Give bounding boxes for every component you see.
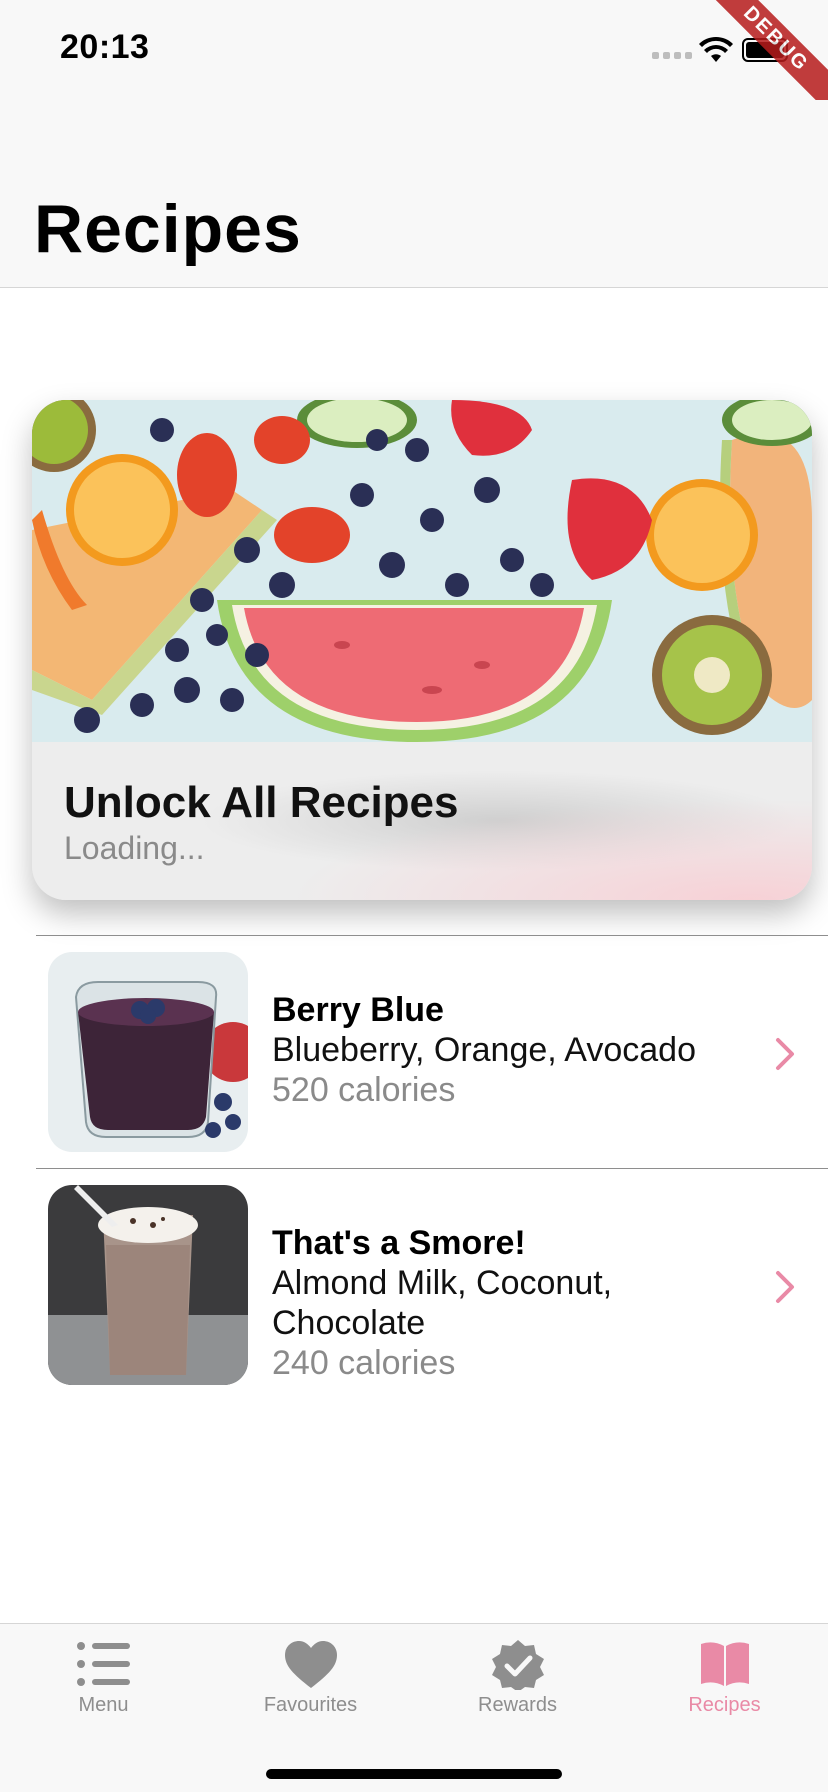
tab-rewards[interactable]: Rewards (414, 1624, 621, 1744)
recipe-row-berry-blue[interactable]: Berry Blue Blueberry, Orange, Avocado 52… (0, 952, 828, 1152)
tab-label: Favourites (263, 1694, 358, 1716)
tab-menu[interactable]: Menu (0, 1624, 207, 1744)
cellular-signal-icon (652, 52, 692, 59)
checkmark-seal-icon (492, 1640, 544, 1690)
recipe-ingredients: Blueberry, Orange, Avocado (272, 1031, 697, 1069)
tab-recipes[interactable]: Recipes (621, 1624, 828, 1744)
berry-blue-thumbnail (48, 952, 248, 1152)
list-divider (36, 1168, 828, 1169)
tab-label: Recipes (688, 1694, 761, 1716)
recipe-name: That's a Smore! (272, 1224, 526, 1262)
card-footer: Unlock All Recipes Loading... (32, 742, 812, 900)
card-title: Unlock All Recipes (64, 778, 459, 827)
recipe-calories: 240 calories (272, 1344, 456, 1382)
card-subtitle: Loading... (64, 830, 205, 866)
list-divider (36, 935, 828, 936)
wifi-icon (699, 36, 733, 62)
fruit-banner-image (32, 400, 812, 742)
chevron-right-icon (776, 1271, 794, 1303)
tab-label: Menu (78, 1694, 129, 1716)
heart-icon (285, 1641, 337, 1688)
unlock-recipes-card[interactable]: Unlock All Recipes Loading... (32, 400, 812, 900)
tab-favourites[interactable]: Favourites (207, 1624, 414, 1744)
navigation-header: Recipes (0, 100, 828, 288)
smore-thumbnail (48, 1185, 248, 1385)
tab-label: Rewards (478, 1694, 557, 1716)
home-indicator (266, 1769, 562, 1779)
chevron-right-icon (776, 1038, 794, 1070)
recipe-text: That's a Smore! Almond Milk, Coconut, Ch… (272, 1223, 742, 1383)
page-title: Recipes (34, 191, 302, 267)
recipe-ingredients: Almond Milk, Coconut, Chocolate (272, 1264, 613, 1342)
recipe-row-thats-a-smore[interactable]: That's a Smore! Almond Milk, Coconut, Ch… (0, 1185, 828, 1385)
list-icon (77, 1642, 130, 1686)
book-icon (701, 1642, 749, 1686)
recipe-name: Berry Blue (272, 991, 444, 1029)
status-time: 20:13 (60, 28, 150, 66)
tab-bar: Menu Favourites Rewards Recipes (0, 1623, 828, 1792)
status-bar: 20:13 DEBUG (0, 0, 828, 121)
recipe-calories: 520 calories (272, 1071, 456, 1109)
recipe-text: Berry Blue Blueberry, Orange, Avocado 52… (272, 990, 742, 1110)
